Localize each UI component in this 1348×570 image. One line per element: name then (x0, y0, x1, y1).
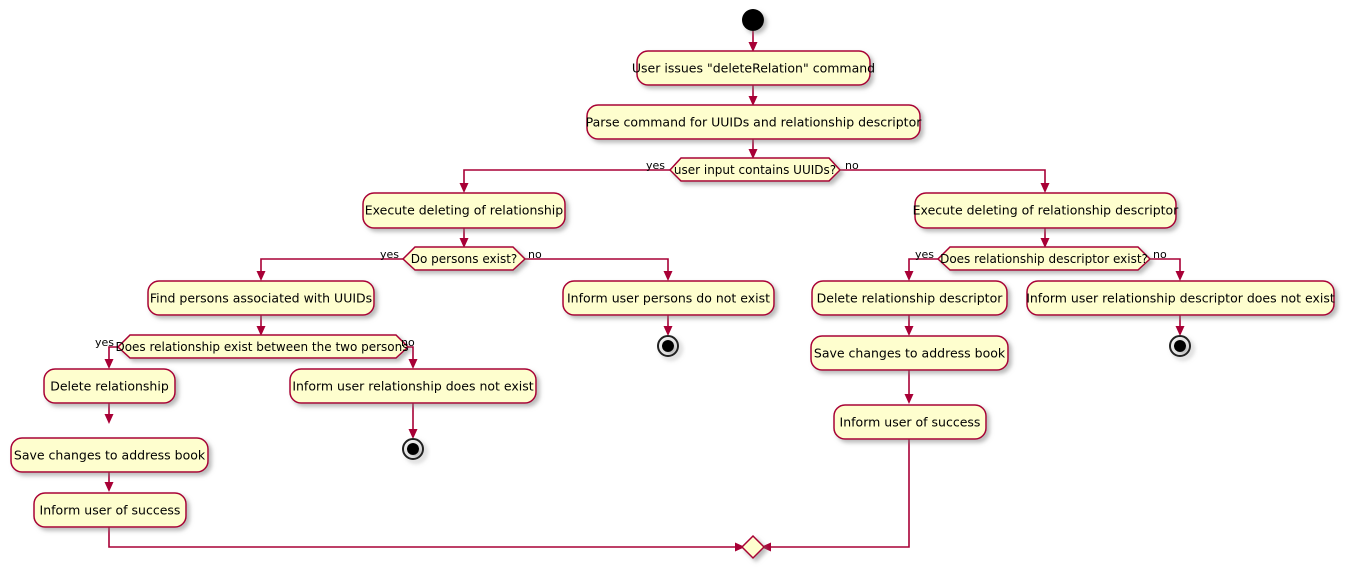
decision-node-do-persons-exist[interactable]: Do persons exist? yes no (380, 246, 542, 271)
activity-label: Save changes to address book (814, 346, 1006, 361)
activity-node-delete-relationship[interactable]: Delete relationship (43, 368, 176, 404)
arrowhead (104, 359, 114, 369)
end-node-left (402, 438, 424, 460)
activity-node-inform-success-left[interactable]: Inform user of success (33, 492, 187, 528)
activity-label: Inform user of success (840, 415, 981, 430)
decision-label: Do persons exist? (411, 252, 518, 266)
edge-a12-to-merge (108, 527, 738, 548)
activity-node-execute-deleting-relationship-descriptor[interactable]: Execute deleting of relationship descrip… (913, 192, 1180, 229)
arrowhead (663, 326, 673, 336)
arrowhead (104, 414, 114, 424)
activity-label: Delete relationship descriptor (817, 291, 1004, 306)
activity-label: Find persons associated with UUIDs (150, 291, 372, 306)
arrowhead (663, 271, 673, 281)
guard-label-yes: yes (915, 248, 934, 261)
guard-label-no: no (1153, 248, 1167, 261)
guard-label-no: no (401, 336, 415, 349)
arrowhead (104, 482, 114, 492)
activity-label: Inform user of success (40, 503, 181, 518)
activity-node-inform-persons-do-not-exist[interactable]: Inform user persons do not exist (562, 280, 775, 316)
decision-node-does-relationship-exist[interactable]: Does relationship exist between the two … (95, 334, 415, 359)
arrowhead (1040, 183, 1050, 193)
arrowhead (904, 394, 914, 404)
decision-node-does-relationship-descriptor-exist[interactable]: Does relationship descriptor exist? yes … (915, 246, 1167, 271)
edge-d3-yes-to-a7 (908, 258, 941, 274)
activity-label: Inform user persons do not exist (567, 291, 770, 306)
guard-label-yes: yes (646, 159, 665, 172)
activity-node-execute-deleting-relationship[interactable]: Execute deleting of relationship (362, 192, 566, 229)
arrowhead (408, 359, 418, 369)
edge-d2-no-to-a6 (522, 258, 669, 274)
activity-node-user-issues-command[interactable]: User issues "deleteRelation" command (632, 50, 875, 86)
nodes-layer: User issues "deleteRelation" command Par… (10, 9, 1335, 560)
arrowhead (408, 429, 418, 439)
activity-node-delete-relationship-descriptor[interactable]: Delete relationship descriptor (811, 280, 1008, 316)
activity-label: Delete relationship (50, 379, 169, 394)
arrowhead (904, 326, 914, 336)
guard-label-yes: yes (380, 248, 399, 261)
arrowhead (904, 271, 914, 281)
end-node-inner-dot (407, 443, 419, 455)
start-node (742, 9, 764, 31)
activity-node-inform-success-right[interactable]: Inform user of success (833, 404, 987, 440)
activity-diagram-canvas: User issues "deleteRelation" command Par… (0, 0, 1348, 570)
edge-d3-no-to-a8 (1149, 258, 1181, 274)
edge-d1-no-to-a4 (840, 169, 1046, 186)
activity-label: Inform user relationship descriptor does… (1026, 291, 1335, 306)
activity-label: User issues "deleteRelation" command (632, 61, 875, 76)
decision-label: Does relationship exist between the two … (115, 340, 408, 354)
guard-label-no: no (845, 159, 859, 172)
decision-node-user-input-contains-uuids[interactable]: user input contains UUIDs? yes no (646, 157, 859, 182)
merge-node-diamond (740, 534, 766, 560)
uml-activity-diagram: User issues "deleteRelation" command Par… (10, 9, 1335, 560)
activity-node-parse-command[interactable]: Parse command for UUIDs and relationship… (586, 104, 923, 140)
activity-node-inform-descriptor-does-not-exist[interactable]: Inform user relationship descriptor does… (1026, 280, 1335, 316)
end-node-right (1169, 335, 1191, 357)
arrowhead (459, 183, 469, 193)
activity-label: Save changes to address book (14, 448, 206, 463)
arrowhead (1175, 326, 1185, 336)
arrowhead (256, 271, 266, 281)
activity-label: Execute deleting of relationship (365, 203, 564, 218)
activity-node-find-persons[interactable]: Find persons associated with UUIDs (147, 280, 375, 316)
activity-node-save-changes-right[interactable]: Save changes to address book (810, 335, 1009, 371)
end-node-inner-dot (662, 340, 674, 352)
guard-label-yes: yes (95, 336, 114, 349)
decision-label: Does relationship descriptor exist? (940, 252, 1148, 266)
activity-node-inform-relationship-does-not-exist[interactable]: Inform user relationship does not exist (289, 368, 537, 404)
end-node-inner-dot (1174, 340, 1186, 352)
edge-d1-yes-to-a3 (463, 169, 670, 186)
activity-label: Parse command for UUIDs and relationship… (586, 115, 923, 130)
end-node-middle (657, 335, 679, 357)
arrowhead (1175, 271, 1185, 281)
guard-label-no: no (528, 248, 542, 261)
activity-node-save-changes-left[interactable]: Save changes to address book (10, 437, 209, 473)
decision-label: user input contains UUIDs? (674, 163, 836, 177)
activity-label: Execute deleting of relationship descrip… (913, 203, 1180, 218)
activity-label: Inform user relationship does not exist (292, 379, 533, 394)
edge-d2-yes-to-a5 (260, 258, 406, 274)
edge-a14-to-merge (768, 438, 910, 548)
